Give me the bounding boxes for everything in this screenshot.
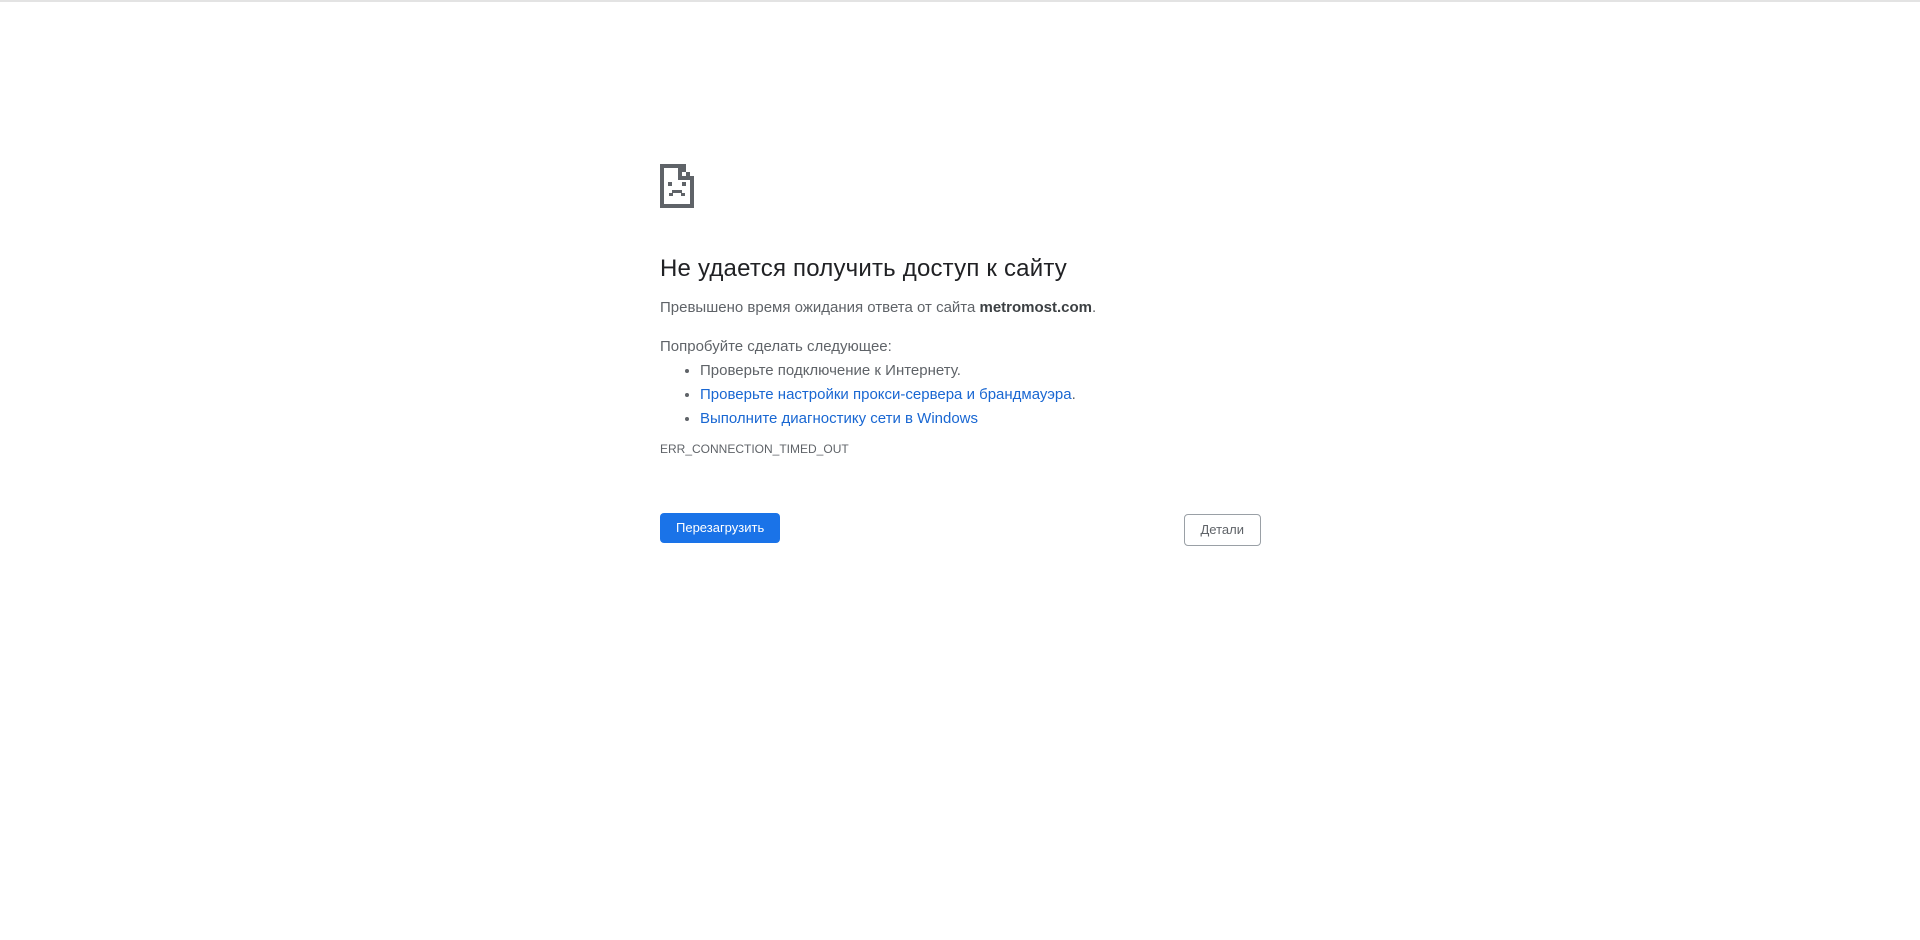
suggestion-item: Выполните диагностику сети в Windows	[700, 409, 1260, 429]
details-button[interactable]: Детали	[1183, 514, 1261, 546]
summary-prefix: Превышено время ожидания ответа от сайта	[660, 299, 980, 316]
suggestions-list: Проверьте подключение к Интернету. Прове…	[660, 361, 1260, 429]
suggestion-check-connection: Проверьте подключение к Интернету.	[700, 362, 961, 379]
summary-suffix: .	[1092, 299, 1097, 316]
error-summary: Превышено время ожидания ответа от сайта…	[660, 298, 1260, 318]
suggestions-heading: Попробуйте сделать следующее:	[660, 338, 892, 355]
reload-button[interactable]: Перезагрузить	[660, 513, 781, 543]
top-divider	[0, 0, 1920, 2]
error-page: Не удается получить доступ к сайту Превы…	[660, 164, 1261, 547]
network-diagnostics-link[interactable]: Выполните диагностику сети в Windows	[700, 410, 978, 427]
proxy-firewall-link[interactable]: Проверьте настройки прокси-сервера и бра…	[700, 386, 1072, 403]
suggestion-item: Проверьте настройки прокси-сервера и бра…	[700, 385, 1260, 405]
host-name: metromost.com	[979, 299, 1093, 316]
sad-document-icon	[660, 164, 694, 208]
suggestion-item: Проверьте подключение к Интернету.	[700, 361, 1260, 381]
error-code: ERR_CONNECTION_TIMED_OUT	[660, 442, 849, 456]
page-title: Не удается получить доступ к сайту	[660, 255, 1067, 282]
suggestion-suffix: .	[1071, 386, 1076, 403]
button-row: Перезагрузить Детали	[660, 513, 1261, 547]
